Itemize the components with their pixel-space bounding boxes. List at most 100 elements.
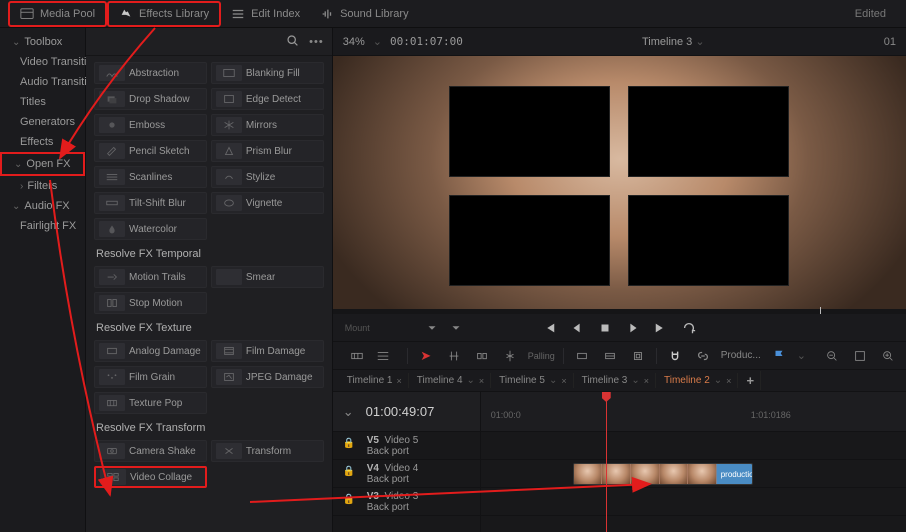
tab-effects-library[interactable]: Effects Library — [107, 1, 221, 27]
lock-icon[interactable]: 🔒 — [343, 438, 355, 449]
fx-scanlines[interactable]: Scanlines — [94, 166, 207, 188]
close-icon[interactable]: × — [726, 376, 731, 386]
fx-video-collage[interactable]: Video Collage — [94, 466, 207, 488]
snap-icon[interactable] — [665, 346, 685, 366]
marker-dropdown-icon[interactable] — [447, 320, 465, 336]
blade-tool-icon[interactable] — [500, 346, 520, 366]
close-icon[interactable]: × — [561, 376, 566, 386]
zoom-in-icon[interactable] — [878, 346, 898, 366]
fx-camera-shake[interactable]: Camera Shake — [94, 440, 207, 462]
timeline-name[interactable]: Timeline 3 — [642, 36, 692, 48]
fx-jpeg-damage[interactable]: JPEG Damage — [211, 366, 324, 388]
insert-icon[interactable] — [572, 346, 592, 366]
timeline-canvas[interactable]: 01:00:0 1:01:0186 production ID_4881823.… — [481, 392, 906, 532]
tl-tab-1[interactable]: Timeline 1 × — [341, 373, 409, 388]
nav-open-fx[interactable]: Open FX — [0, 152, 85, 176]
nav-video-transitions[interactable]: Video Transitions — [0, 52, 85, 72]
fx-smear[interactable]: Smear — [211, 266, 324, 288]
timeline-ruler[interactable]: 01:00:0 1:01:0186 — [481, 392, 906, 432]
close-icon[interactable]: × — [396, 376, 401, 386]
media-pool-icon — [20, 7, 34, 21]
track-head-v5[interactable]: V5 Video 5 🔒Back port — [333, 432, 480, 460]
step-back-icon[interactable] — [568, 320, 586, 336]
fx-drop-shadow[interactable]: Drop Shadow — [94, 88, 207, 110]
nav-generators[interactable]: Generators — [0, 112, 85, 132]
nav-audio-transitions[interactable]: Audio Transitions — [0, 72, 85, 92]
tl-tab-5[interactable]: Timeline 5 ⌄ × — [493, 373, 573, 388]
produce-label[interactable]: Produc... — [721, 350, 761, 361]
fx-blanking-fill[interactable]: Blanking Fill — [211, 62, 324, 84]
nav-titles[interactable]: Titles — [0, 92, 85, 112]
nav-filters[interactable]: Filters — [0, 176, 85, 196]
fx-analog-damage[interactable]: Analog Damage — [94, 340, 207, 362]
tl-tab-2[interactable]: Timeline 2 ⌄ × — [658, 373, 738, 388]
fx-prism-blur[interactable]: Prism Blur — [211, 140, 324, 162]
timeline-timecode[interactable]: 01:00:49:07 — [366, 404, 435, 419]
fx-pencil-sketch[interactable]: Pencil Sketch — [94, 140, 207, 162]
clip-v4[interactable]: production ID_4881823... — [573, 463, 753, 485]
fx-edge-detect[interactable]: Edge Detect — [211, 88, 324, 110]
fx-film-damage[interactable]: Film Damage — [211, 340, 324, 362]
zoom-level[interactable]: 34% — [343, 36, 365, 48]
lock-icon[interactable]: 🔒 — [343, 494, 355, 505]
nav-effects[interactable]: Effects — [0, 132, 85, 152]
zoom-out-icon[interactable] — [822, 346, 842, 366]
fx-transform[interactable]: Transform — [211, 440, 324, 462]
fx-thumb-icon — [216, 143, 242, 159]
fx-thumb-icon — [99, 169, 125, 185]
replace-icon[interactable] — [628, 346, 648, 366]
loop-icon[interactable] — [680, 320, 698, 336]
clip-label: production ID_4881823... — [721, 470, 752, 479]
tc-dropdown-icon[interactable]: ⌄ — [343, 404, 354, 420]
fx-film-grain[interactable]: Film Grain — [94, 366, 207, 388]
fx-thumb-icon — [99, 91, 125, 107]
overwrite-icon[interactable] — [600, 346, 620, 366]
panel-menu-icon[interactable]: ••• — [309, 36, 324, 48]
tab-edit-index[interactable]: Edit Index — [221, 3, 310, 25]
nav-toolbox[interactable]: Toolbox — [0, 32, 85, 52]
fx-tilt-shift-blur[interactable]: Tilt-Shift Blur — [94, 192, 207, 214]
stop-icon[interactable] — [596, 320, 614, 336]
section-transform: Resolve FX Transform — [96, 422, 324, 434]
close-icon[interactable]: × — [644, 376, 649, 386]
fx-abstraction[interactable]: Abstraction — [94, 62, 207, 84]
nav-fairlight-fx[interactable]: Fairlight FX — [0, 216, 85, 236]
jump-start-icon[interactable] — [540, 320, 558, 336]
timeline-options-icon[interactable] — [373, 346, 393, 366]
fx-texture-pop[interactable]: Texture Pop — [94, 392, 207, 414]
nav-audio-fx[interactable]: Audio FX — [0, 196, 85, 216]
marker-dropdown-icon[interactable] — [423, 320, 441, 336]
tl-tab-4[interactable]: Timeline 4 ⌄ × — [411, 373, 491, 388]
lock-icon[interactable]: 🔒 — [343, 466, 355, 477]
timeline-view-icon[interactable] — [347, 346, 367, 366]
selection-tool-icon[interactable]: ➤ — [416, 346, 436, 366]
tab-sound-library[interactable]: Sound Library — [310, 3, 419, 25]
tl-tab-3[interactable]: Timeline 3 ⌄ × — [576, 373, 656, 388]
section-texture: Resolve FX Texture — [96, 322, 324, 334]
trim-tool-icon[interactable] — [444, 346, 464, 366]
playhead[interactable] — [606, 392, 607, 532]
fx-stop-motion[interactable]: Stop Motion — [94, 292, 207, 314]
track-lane-v4[interactable]: production ID_4881823... — [481, 460, 906, 488]
play-icon[interactable] — [624, 320, 642, 336]
track-head-v3[interactable]: V3 Video 3 🔒Back port — [333, 488, 480, 516]
view-options-icon[interactable] — [850, 346, 870, 366]
fx-watercolor[interactable]: Watercolor — [94, 218, 207, 240]
fx-motion-trails[interactable]: Motion Trails — [94, 266, 207, 288]
search-icon[interactable] — [286, 34, 299, 50]
track-lane-v3[interactable] — [481, 488, 906, 516]
tab-media-pool[interactable]: Media Pool — [8, 1, 107, 27]
close-icon[interactable]: × — [479, 376, 484, 386]
add-timeline-tab[interactable]: + — [740, 371, 761, 390]
fx-emboss[interactable]: Emboss — [94, 114, 207, 136]
program-viewer[interactable] — [333, 56, 906, 314]
fx-vignette[interactable]: Vignette — [211, 192, 324, 214]
track-head-v4[interactable]: V4 Video 4 🔒Back port — [333, 460, 480, 488]
dynamic-trim-icon[interactable] — [472, 346, 492, 366]
track-lane-v5[interactable] — [481, 432, 906, 460]
jump-end-icon[interactable] — [652, 320, 670, 336]
link-icon[interactable] — [693, 346, 713, 366]
fx-mirrors[interactable]: Mirrors — [211, 114, 324, 136]
flag-icon[interactable] — [769, 346, 789, 366]
fx-stylize[interactable]: Stylize — [211, 166, 324, 188]
